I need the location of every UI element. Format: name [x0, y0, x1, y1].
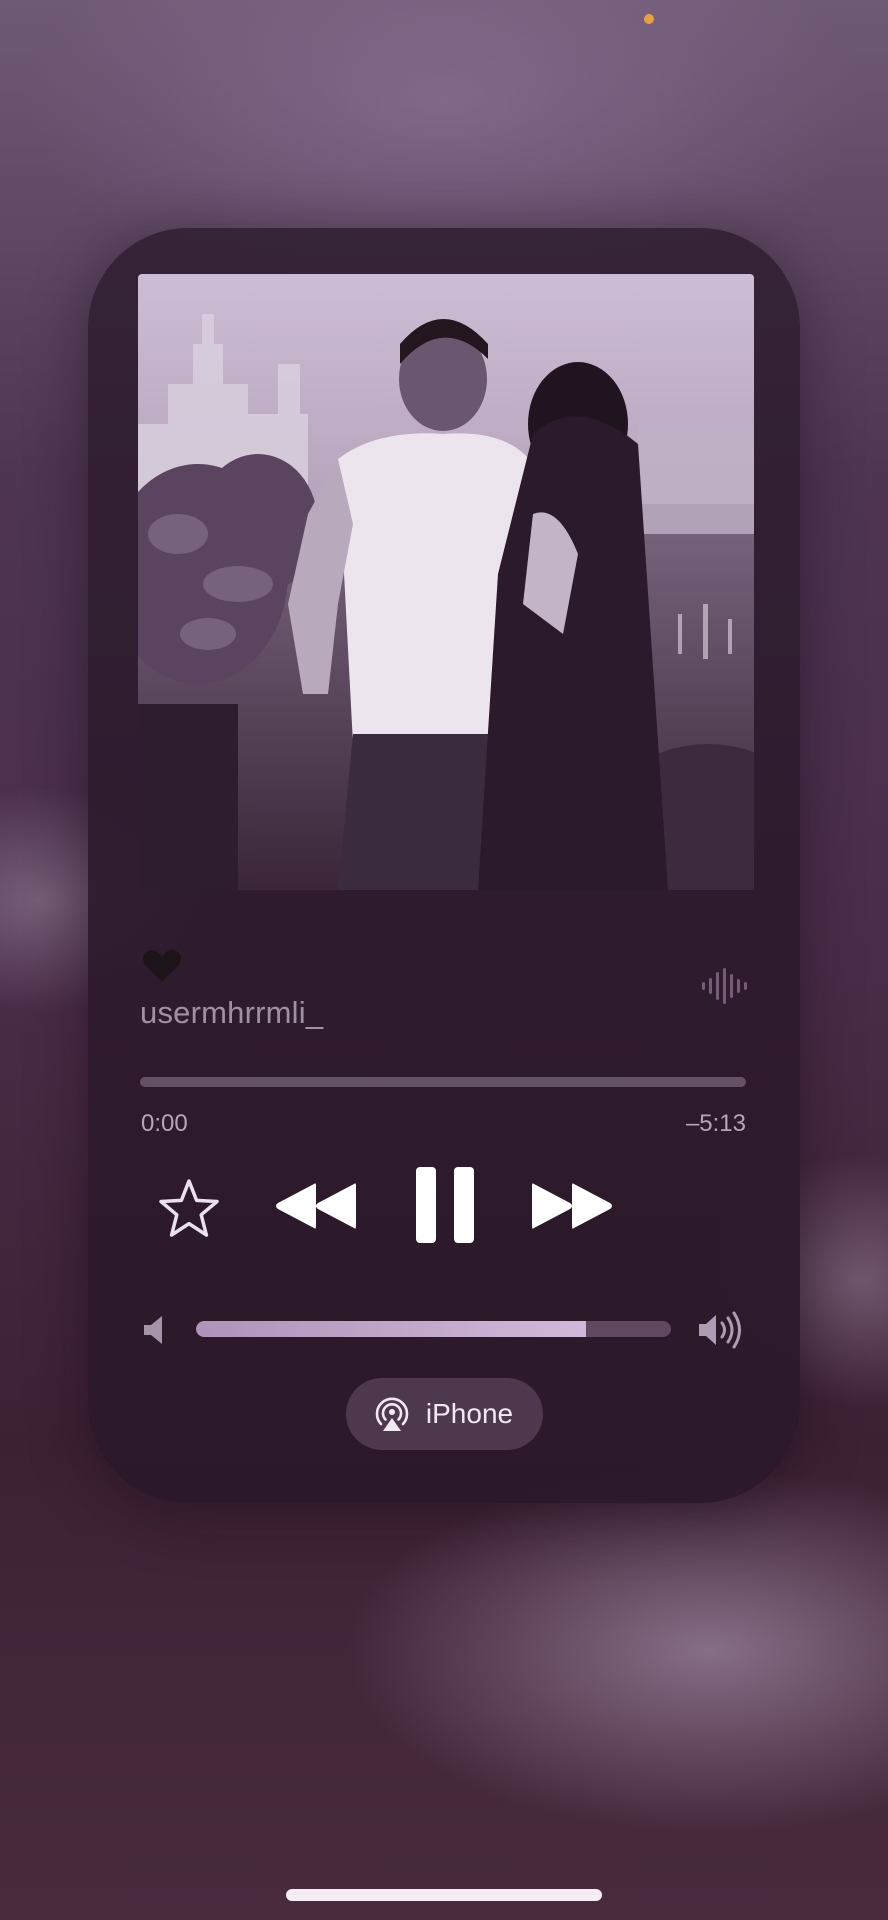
airplay-output-button[interactable]: iPhone: [346, 1378, 543, 1450]
heart-icon: [143, 950, 181, 982]
pause-icon: [416, 1167, 474, 1243]
elapsed-time: 0:00: [141, 1110, 188, 1137]
favorite-star-button[interactable]: [158, 1178, 220, 1238]
album-artwork: [138, 274, 754, 890]
speaker-min-icon: [144, 1316, 162, 1344]
speaker-max-icon: [699, 1311, 741, 1349]
fast-forward-button[interactable]: [530, 1178, 616, 1234]
rewind-button[interactable]: [272, 1178, 358, 1234]
home-indicator[interactable]: [286, 1889, 602, 1901]
airplay-output-label: iPhone: [425, 1398, 514, 1429]
star-outline-icon: [159, 1179, 219, 1237]
waveform-icon[interactable]: [700, 968, 750, 1004]
airplay-icon: [375, 1397, 409, 1431]
volume-level-fill: [196, 1321, 586, 1337]
track-title: usermhrrmli_: [140, 995, 324, 1030]
fast-forward-icon: [532, 1183, 612, 1229]
volume-slider[interactable]: [196, 1321, 671, 1337]
remaining-time: –5:13: [685, 1110, 746, 1137]
play-pause-button[interactable]: [412, 1165, 478, 1245]
rewind-icon: [276, 1183, 356, 1229]
privacy-indicator: [644, 14, 654, 24]
playback-scrubber[interactable]: [140, 1077, 746, 1087]
